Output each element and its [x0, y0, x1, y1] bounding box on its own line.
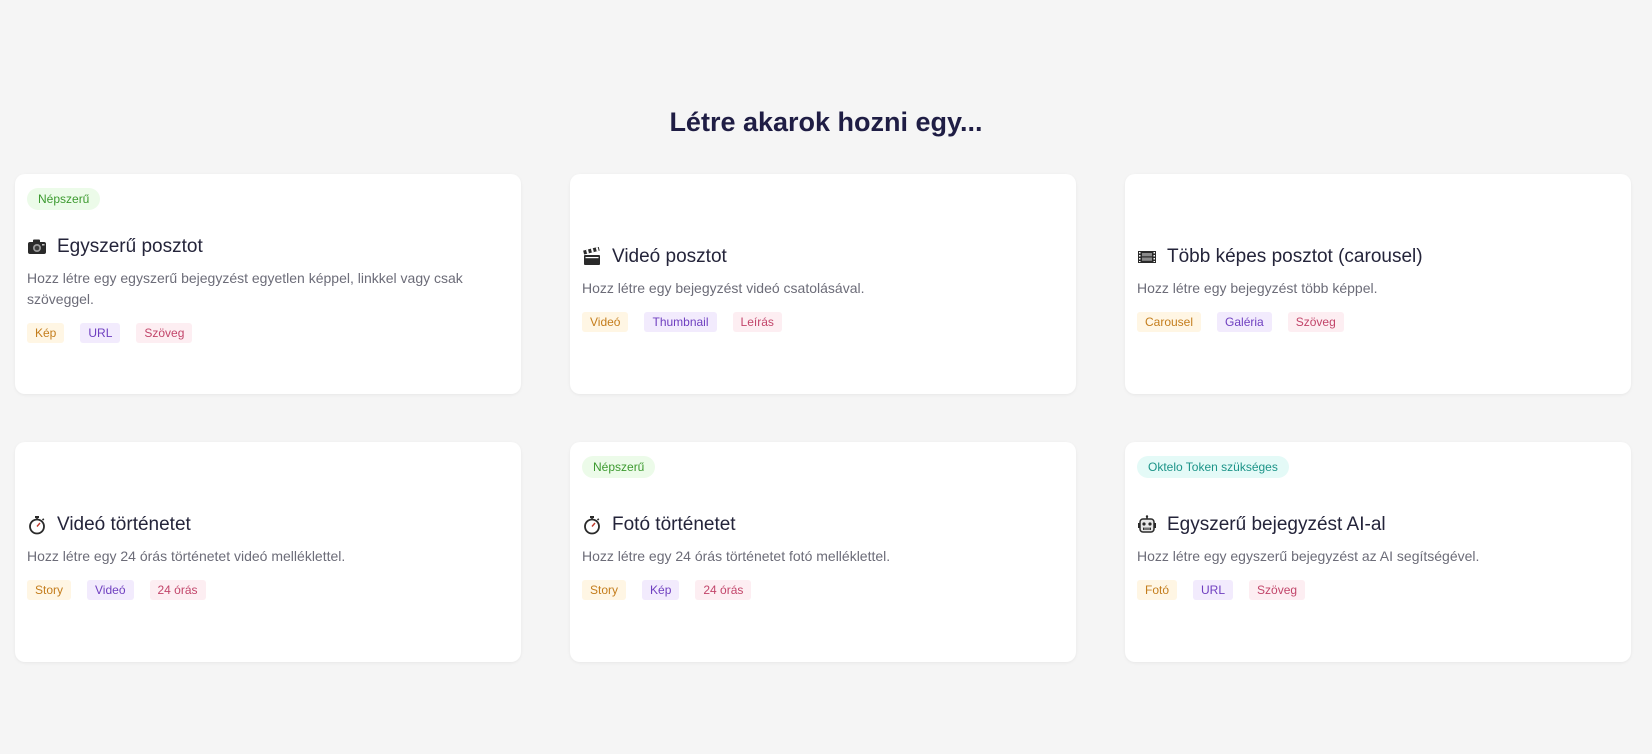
- tag: Szöveg: [1249, 580, 1306, 600]
- page-title: Létre akarok hozni egy...: [669, 107, 983, 137]
- tag-list: Videó Thumbnail Leírás: [582, 312, 1056, 332]
- tag: URL: [80, 323, 121, 343]
- post-type-card-video[interactable]: Videó posztot Hozz létre egy bejegyzést …: [570, 174, 1076, 394]
- tag: Kép: [27, 323, 65, 343]
- tag: Carousel: [1137, 312, 1202, 332]
- post-type-grid: Népszerű Egyszerű posztot Hozz létre egy…: [15, 174, 1631, 662]
- card-description: Hozz létre egy 24 órás történetet fotó m…: [582, 548, 891, 564]
- tag: Thumbnail: [644, 312, 717, 332]
- popular-badge: Népszerű: [582, 456, 656, 478]
- tag: 24 órás: [695, 580, 752, 600]
- robot-icon: [1137, 515, 1157, 535]
- card-title-text: Egyszerű posztot: [57, 236, 203, 257]
- card-title: Több képes posztot (carousel): [1137, 244, 1611, 270]
- post-type-card-carousel[interactable]: Több képes posztot (carousel) Hozz létre…: [1125, 174, 1631, 394]
- card-description: Hozz létre egy egyszerű bejegyzést az AI…: [1137, 548, 1480, 564]
- card-description: Hozz létre egy egyszerű bejegyzést egyet…: [27, 270, 463, 307]
- tag: Leírás: [732, 312, 782, 332]
- stopwatch-icon: [582, 515, 602, 535]
- tag: Szöveg: [1287, 312, 1344, 332]
- stopwatch-icon: [27, 515, 47, 535]
- post-type-card-simple[interactable]: Népszerű Egyszerű posztot Hozz létre egy…: [15, 174, 521, 394]
- card-title: Egyszerű posztot: [27, 234, 501, 260]
- card-title: Videó posztot: [582, 244, 1056, 270]
- tag-list: Story Kép 24 órás: [582, 580, 1056, 600]
- camera-icon: [27, 237, 47, 257]
- card-description: Hozz létre egy bejegyzést több képpel.: [1137, 280, 1378, 296]
- card-title: Videó történetet: [27, 512, 501, 538]
- tag-list: Fotó URL Szöveg: [1137, 580, 1611, 600]
- tag: Story: [27, 580, 72, 600]
- card-title-text: Egyszerű bejegyzést AI-al: [1167, 514, 1386, 535]
- popular-badge: Népszerű: [27, 188, 101, 210]
- post-type-card-ai[interactable]: Oktelo Token szükséges Egyszerű bejegyzé…: [1125, 442, 1631, 662]
- card-title-text: Videó posztot: [612, 246, 727, 267]
- tag-list: Story Videó 24 órás: [27, 580, 501, 600]
- tag: URL: [1193, 580, 1234, 600]
- card-description: Hozz létre egy 24 órás történetet videó …: [27, 548, 346, 564]
- tag: Videó: [582, 312, 629, 332]
- clapperboard-icon: [582, 247, 602, 267]
- post-type-card-video-story[interactable]: Videó történetet Hozz létre egy 24 órás …: [15, 442, 521, 662]
- tag: 24 órás: [149, 580, 206, 600]
- tag: Szöveg: [136, 323, 193, 343]
- film-frames-icon: [1137, 247, 1157, 267]
- card-title-text: Több képes posztot (carousel): [1167, 246, 1423, 267]
- card-title-text: Fotó történetet: [612, 514, 736, 535]
- token-required-badge: Oktelo Token szükséges: [1137, 456, 1289, 478]
- tag-list: Carousel Galéria Szöveg: [1137, 312, 1611, 332]
- tag: Videó: [87, 580, 134, 600]
- tag: Kép: [642, 580, 680, 600]
- tag: Fotó: [1137, 580, 1178, 600]
- tag-list: Kép URL Szöveg: [27, 323, 501, 343]
- tag: Story: [582, 580, 627, 600]
- tag: Galéria: [1217, 312, 1272, 332]
- card-title: Egyszerű bejegyzést AI-al: [1137, 512, 1611, 538]
- card-description: Hozz létre egy bejegyzést videó csatolás…: [582, 280, 865, 296]
- post-type-card-photo-story[interactable]: Népszerű Fotó történetet Hozz létre egy …: [570, 442, 1076, 662]
- card-title-text: Videó történetet: [57, 514, 191, 535]
- card-title: Fotó történetet: [582, 512, 1056, 538]
